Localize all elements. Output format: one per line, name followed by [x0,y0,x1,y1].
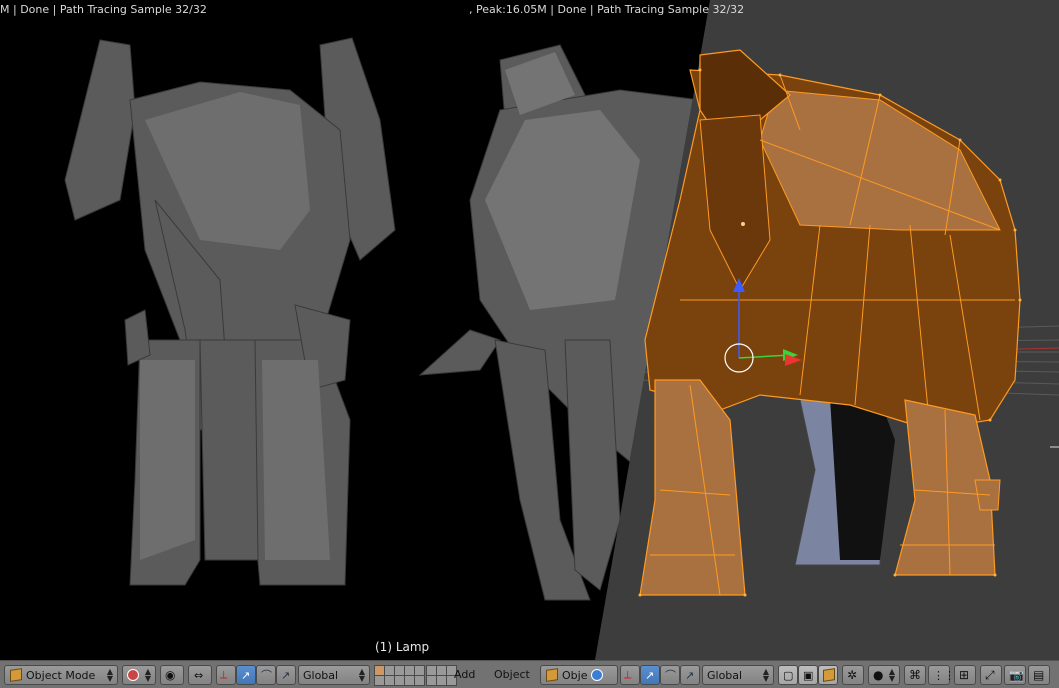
scene-canvas [64,0,1059,660]
snap-element-dropdown[interactable]: ⋮⋮ [928,665,955,685]
scale-manipulator-button[interactable]: ⌒ [256,665,276,685]
rotate-icon: ↗ [645,668,655,682]
onion-skin-button[interactable]: ⊞ [954,665,976,685]
sphere-shading-icon [591,669,604,681]
chevron-updown-icon: ▲ ▼ [106,667,113,683]
snap-toggle[interactable]: ⌘ [904,665,926,685]
mode-label: Object Mode [26,668,96,682]
chevron-updown-icon: ▲ ▼ [144,667,151,683]
render-icon: ⤢ [985,667,995,682]
add-menu[interactable]: Add [454,668,475,681]
manipulator-toggle[interactable]: ⇔ [188,665,212,685]
view-settings-button[interactable]: ✲ [842,665,864,685]
viewport-header-bar: Object Mode ▲ ▼ ▲ ▼ ◉ ⇔ ⟂ ↗ ⌒ ↗ Global ▲ ▼ … [0,660,1059,688]
render-region-button[interactable]: ⤢ [980,665,1002,685]
rotate-manipulator-button-2[interactable]: ↗ [640,665,660,685]
clapper-icon: ▤ [1033,668,1045,682]
sphere-shading-icon [127,669,139,681]
render-status-right: , Peak:16.05M | Done | Path Tracing Samp… [469,3,745,16]
gear-icon: ✲ [847,668,858,682]
translate-manipulator-button-2[interactable]: ⟂ [620,665,640,685]
orientation-label-2: Global [707,668,743,682]
render-status-left: M | Done | Path Tracing Sample 32/32 [0,3,207,16]
scale-manipulator-button-2[interactable]: ⌒ [660,665,680,685]
mode-dropdown[interactable]: Object Mode ▲ ▼ [4,665,118,685]
proportional-icon: ● [873,668,884,682]
object-cube-button[interactable] [818,665,838,685]
object-menu[interactable]: Object [494,668,530,681]
snap-element-icon: ⋮⋮ [933,668,955,682]
transform-snap-button[interactable]: ↗ [276,665,296,685]
chevron-updown-icon: ▲ ▼ [762,667,769,683]
pivot-point-icon: ◉ [165,668,176,682]
orientation-label: Global [303,668,339,682]
render-animation-button[interactable]: ▤ [1028,665,1050,685]
rotate-icon: ↗ [241,668,251,682]
manipulator-icon: ⇔ [194,668,204,682]
scale-icon: ⌒ [261,669,272,682]
3d-viewport[interactable]: M | Done | Path Tracing Sample 32/32 , P… [0,0,1059,660]
pivot-point-dropdown[interactable]: ◉ [160,665,184,685]
orientation-dropdown-2[interactable]: Global ▲ ▼ [702,665,774,685]
layer-icon: ▣ [803,668,814,682]
translate-icon: ⟂ [220,668,228,681]
transform-snap-button-2[interactable]: ↗ [680,665,700,685]
cube-icon [546,668,558,682]
mode-dropdown-2[interactable]: Obje [540,665,618,685]
cube-icon [10,668,22,682]
chevron-updown-icon: ▲ ▼ [358,667,365,683]
camera-icon: 📷 [1009,668,1024,682]
layer-buttons[interactable] [374,665,425,686]
orientation-dropdown[interactable]: Global ▲ ▼ [298,665,370,685]
snap-icon: ⌘ [909,668,921,682]
mode-label-2: Obje [562,668,588,682]
proportional-edit-dropdown[interactable]: ● ▲ ▼ [868,665,900,685]
opengl-render-button[interactable]: 📷 [1004,665,1026,685]
render-layers-button[interactable]: ▢ [778,665,798,685]
scale-icon: ⌒ [665,669,676,682]
translate-manipulator-button[interactable]: ⟂ [216,665,236,685]
viewport-shading-dropdown[interactable]: ▲ ▼ [122,665,156,685]
chevron-updown-icon: ▲ ▼ [888,667,895,683]
cube-icon [823,668,835,682]
onion-icon: ⊞ [959,668,970,682]
layer-lock-button[interactable]: ▣ [798,665,818,685]
render-layers-icon: ▢ [783,668,794,682]
snap-arrow-icon: ↗ [281,668,291,682]
layer-buttons-2[interactable] [426,665,457,686]
rotate-manipulator-button[interactable]: ↗ [236,665,256,685]
active-object-label: (1) Lamp [375,640,430,654]
translate-icon: ⟂ [624,668,632,681]
snap-arrow-icon: ↗ [685,668,695,682]
